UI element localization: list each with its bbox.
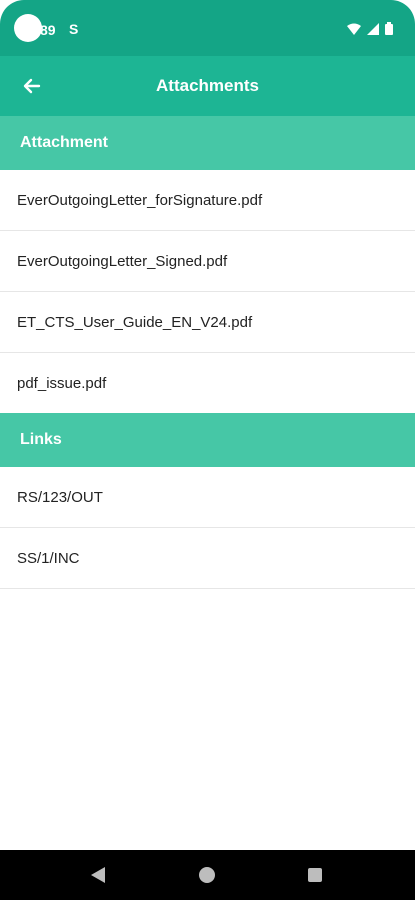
link-reference: SS/1/INC: [17, 550, 80, 567]
section-header-attachment: Attachment: [0, 116, 415, 170]
section-header-label: Links: [20, 431, 62, 448]
attachment-filename: EverOutgoingLetter_Signed.pdf: [17, 253, 228, 270]
system-nav-bar: [0, 850, 415, 900]
page-title: Attachments: [156, 76, 259, 95]
attachment-item[interactable]: ET_CTS_User_Guide_EN_V24.pdf: [0, 292, 415, 353]
status-bar: 89 S: [0, 0, 415, 56]
nav-back-icon[interactable]: [90, 866, 106, 884]
attachment-filename: pdf_issue.pdf: [17, 375, 107, 392]
status-time: 89: [40, 22, 56, 38]
status-icons: [347, 22, 393, 35]
wifi-icon: [347, 23, 361, 35]
app-bar: Attachments: [0, 56, 415, 116]
battery-icon: [385, 22, 393, 35]
section-header-links: Links: [0, 413, 415, 467]
nav-home-icon[interactable]: [199, 867, 215, 883]
link-reference: RS/123/OUT: [17, 489, 103, 506]
attachment-filename: ET_CTS_User_Guide_EN_V24.pdf: [17, 314, 253, 331]
section-header-label: Attachment: [20, 134, 109, 151]
nav-recents-icon[interactable]: [308, 868, 322, 882]
status-notification-icon: S: [69, 21, 79, 37]
attachment-item[interactable]: EverOutgoingLetter_Signed.pdf: [0, 231, 415, 292]
attachment-item[interactable]: EverOutgoingLetter_forSignature.pdf: [0, 170, 415, 231]
signal-icon: [367, 22, 379, 35]
link-item[interactable]: SS/1/INC: [0, 528, 415, 589]
camera-cutout-icon: [14, 14, 42, 42]
attachment-item[interactable]: pdf_issue.pdf: [0, 353, 415, 414]
attachment-filename: EverOutgoingLetter_forSignature.pdf: [17, 192, 263, 209]
link-item[interactable]: RS/123/OUT: [0, 467, 415, 528]
